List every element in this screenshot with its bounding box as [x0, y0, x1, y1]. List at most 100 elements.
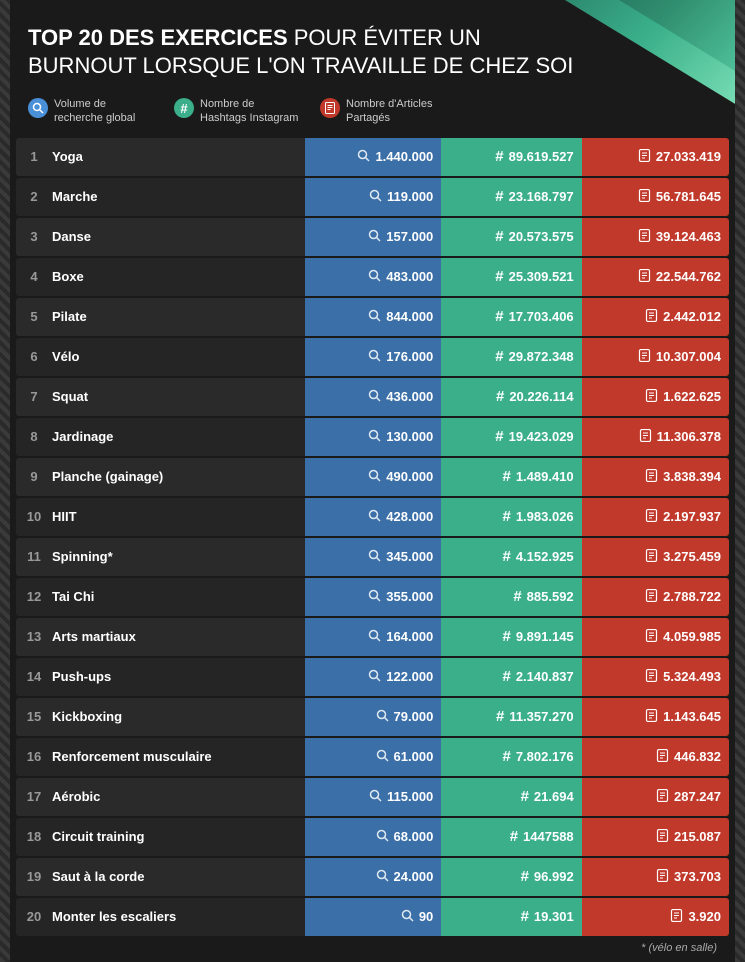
articles-value: 1.143.645	[663, 709, 721, 724]
hash-icon-row: #	[502, 468, 510, 485]
cell-search-16: 61.000	[305, 738, 442, 776]
search-icon-row	[368, 509, 381, 525]
articles-value: 3.275.459	[663, 549, 721, 564]
cell-hashtag-14: # 2.140.837	[441, 658, 581, 696]
cell-search-20: 90	[305, 898, 442, 936]
articles-value: 27.033.419	[656, 149, 721, 164]
articles-value: 2.197.937	[663, 509, 721, 524]
cell-hashtag-19: # 96.992	[441, 858, 581, 896]
cell-rank-12: 12	[16, 578, 52, 616]
cell-search-19: 24.000	[305, 858, 442, 896]
search-value: 428.000	[386, 509, 433, 524]
doc-icon-row	[645, 509, 658, 525]
hash-icon-row: #	[502, 628, 510, 645]
table-row: 17 Aérobic 115.000 # 21.694	[16, 778, 729, 816]
articles-value: 3.838.394	[663, 469, 721, 484]
hashtag-value: 19.423.029	[509, 429, 574, 444]
table-row: 9 Planche (gainage) 490.000 # 1.489.410	[16, 458, 729, 496]
cell-name-15: Kickboxing	[52, 698, 305, 736]
cell-search-18: 68.000	[305, 818, 442, 856]
table-row: 18 Circuit training 68.000 # 1447588	[16, 818, 729, 856]
search-icon-row	[401, 909, 414, 925]
main-container: TOP 20 DES EXERCICES POUR ÉVITER UN BURN…	[0, 0, 745, 962]
cell-hashtag-16: # 7.802.176	[441, 738, 581, 776]
cell-hashtag-2: # 23.168.797	[441, 178, 581, 216]
cell-articles-2: 56.781.645	[582, 178, 729, 216]
hash-icon-row: #	[521, 908, 529, 925]
cell-rank-1: 1	[16, 138, 52, 176]
cell-search-2: 119.000	[305, 178, 442, 216]
cell-hashtag-18: # 1447588	[441, 818, 581, 856]
cell-name-17: Aérobic	[52, 778, 305, 816]
hash-icon-row: #	[495, 428, 503, 445]
doc-icon-row	[656, 789, 669, 805]
cell-search-5: 844.000	[305, 298, 442, 336]
search-value: 164.000	[386, 629, 433, 644]
cell-search-4: 483.000	[305, 258, 442, 296]
cell-name-18: Circuit training	[52, 818, 305, 856]
legend-label-search: Volume de recherche global	[54, 97, 154, 126]
cell-search-17: 115.000	[305, 778, 442, 816]
hashtag-value: 2.140.837	[516, 669, 574, 684]
cell-search-7: 436.000	[305, 378, 442, 416]
left-stripe-decoration	[0, 0, 10, 962]
search-icon-row	[376, 709, 389, 725]
search-value: 355.000	[386, 589, 433, 604]
hash-icon-row: #	[521, 788, 529, 805]
cell-name-2: Marche	[52, 178, 305, 216]
table-row: 4 Boxe 483.000 # 25.309.521	[16, 258, 729, 296]
search-value: 436.000	[386, 389, 433, 404]
articles-value: 1.622.625	[663, 389, 721, 404]
cell-articles-12: 2.788.722	[582, 578, 729, 616]
articles-value: 39.124.463	[656, 229, 721, 244]
doc-icon-row	[638, 149, 651, 165]
search-value: 844.000	[386, 309, 433, 324]
search-icon-row	[376, 749, 389, 765]
search-value: 90	[419, 909, 433, 924]
table-row: 1 Yoga 1.440.000 # 89.619.527	[16, 138, 729, 176]
table-row: 7 Squat 436.000 # 20.226.114	[16, 378, 729, 416]
cell-articles-16: 446.832	[582, 738, 729, 776]
title-bold-part: TOP 20 DES EXERCICES	[28, 25, 288, 50]
cell-rank-3: 3	[16, 218, 52, 256]
articles-value: 373.703	[674, 869, 721, 884]
cell-search-6: 176.000	[305, 338, 442, 376]
cell-search-12: 355.000	[305, 578, 442, 616]
cell-articles-3: 39.124.463	[582, 218, 729, 256]
hashtag-value: 29.872.348	[509, 349, 574, 364]
cell-search-3: 157.000	[305, 218, 442, 256]
legend-item-articles: Nombre d'Articles Partagés	[320, 97, 446, 126]
cell-articles-18: 215.087	[582, 818, 729, 856]
table-row: 6 Vélo 176.000 # 29.872.348	[16, 338, 729, 376]
search-value: 130.000	[386, 429, 433, 444]
search-icon-row	[368, 429, 381, 445]
hashtag-value: 11.357.270	[509, 709, 573, 724]
cell-search-13: 164.000	[305, 618, 442, 656]
cell-rank-17: 17	[16, 778, 52, 816]
doc-icon-row	[645, 589, 658, 605]
articles-value: 22.544.762	[656, 269, 721, 284]
cell-search-11: 345.000	[305, 538, 442, 576]
search-icon-row	[368, 669, 381, 685]
search-icon-row	[368, 229, 381, 245]
search-value: 119.000	[387, 189, 433, 204]
legend-icon-articles	[320, 98, 340, 118]
cell-name-9: Planche (gainage)	[52, 458, 305, 496]
cell-name-4: Boxe	[52, 258, 305, 296]
cell-hashtag-1: # 89.619.527	[441, 138, 581, 176]
doc-icon-row	[645, 309, 658, 325]
search-icon-row	[368, 349, 381, 365]
hashtag-value: 21.694	[534, 789, 574, 804]
cell-hashtag-6: # 29.872.348	[441, 338, 581, 376]
cell-search-15: 79.000	[305, 698, 442, 736]
legend-label-articles: Nombre d'Articles Partagés	[346, 97, 446, 126]
table-row: 20 Monter les escaliers 90 # 19.301	[16, 898, 729, 936]
doc-icon-row	[645, 389, 658, 405]
search-icon-row	[369, 189, 382, 205]
hashtag-value: 20.573.575	[509, 229, 574, 244]
search-value: 1.440.000	[375, 149, 433, 164]
search-value: 345.000	[386, 549, 433, 564]
cell-rank-5: 5	[16, 298, 52, 336]
hash-icon-row: #	[521, 868, 529, 885]
right-stripe-decoration	[735, 0, 745, 962]
